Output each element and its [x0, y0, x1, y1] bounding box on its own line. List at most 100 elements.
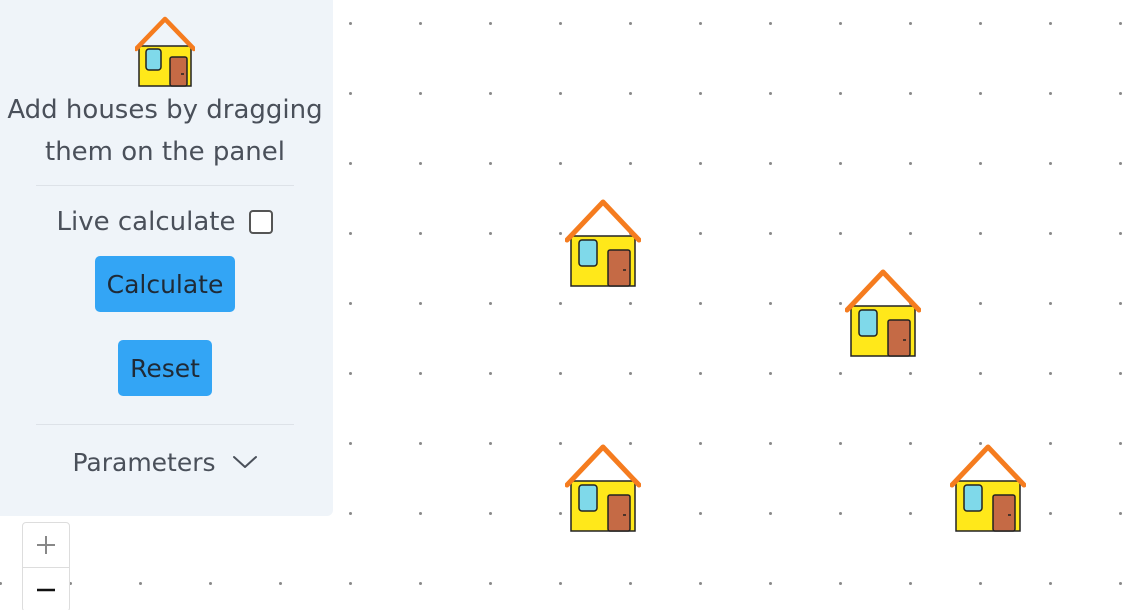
grid-dot — [349, 162, 352, 165]
grid-dot — [559, 582, 562, 585]
drag-hint: Add houses by dragging them on the panel — [0, 89, 330, 173]
grid-dot — [419, 22, 422, 25]
minus-icon — [37, 588, 55, 592]
grid-dot — [419, 92, 422, 95]
grid-dot — [489, 442, 492, 445]
grid-dot — [979, 162, 982, 165]
grid-dot — [1049, 162, 1052, 165]
grid-dot — [1119, 162, 1122, 165]
grid-dot — [419, 582, 422, 585]
grid-dot — [349, 232, 352, 235]
grid-dot — [699, 442, 702, 445]
live-calculate-label: Live calculate — [56, 207, 236, 237]
grid-dot — [839, 372, 842, 375]
grid-dot — [839, 512, 842, 515]
grid-dot — [1049, 582, 1052, 585]
grid-dot — [699, 22, 702, 25]
house-icon[interactable] — [949, 443, 1027, 533]
grid-dot — [1119, 372, 1122, 375]
grid-dot — [279, 582, 282, 585]
grid-dot — [559, 302, 562, 305]
grid-dot — [1119, 582, 1122, 585]
app-stage: Add houses by dragging them on the panel… — [0, 0, 1148, 610]
house-icon[interactable] — [844, 268, 922, 358]
grid-dot — [769, 442, 772, 445]
grid-dot — [699, 162, 702, 165]
grid-dot — [769, 512, 772, 515]
grid-dot — [699, 302, 702, 305]
grid-dot — [1119, 92, 1122, 95]
grid-dot — [559, 22, 562, 25]
grid-dot — [769, 302, 772, 305]
grid-dot — [699, 582, 702, 585]
grid-dot — [559, 232, 562, 235]
grid-dot — [419, 302, 422, 305]
parameters-toggle[interactable]: Parameters — [0, 440, 330, 484]
grid-dot — [1049, 232, 1052, 235]
grid-dot — [349, 92, 352, 95]
grid-dot — [699, 232, 702, 235]
grid-dot — [909, 22, 912, 25]
grid-dot — [1119, 442, 1122, 445]
grid-dot — [489, 92, 492, 95]
grid-dot — [699, 512, 702, 515]
divider — [36, 185, 294, 186]
grid-dot — [1049, 372, 1052, 375]
parameters-label: Parameters — [72, 447, 216, 477]
zoom-in-button[interactable] — [23, 523, 69, 568]
drag-hint-line2: them on the panel — [45, 137, 285, 167]
grid-dot — [1049, 512, 1052, 515]
live-calculate-checkbox[interactable] — [249, 210, 274, 234]
reset-button[interactable]: Reset — [118, 340, 212, 396]
grid-dot — [0, 582, 2, 585]
house-icon[interactable] — [133, 16, 197, 88]
grid-dot — [979, 582, 982, 585]
grid-dot — [489, 512, 492, 515]
grid-dot — [489, 162, 492, 165]
grid-dot — [1049, 22, 1052, 25]
grid-dot — [909, 92, 912, 95]
grid-dot — [839, 22, 842, 25]
grid-dot — [909, 512, 912, 515]
grid-dot — [839, 442, 842, 445]
control-panel: Add houses by dragging them on the panel… — [0, 0, 333, 516]
grid-dot — [419, 232, 422, 235]
grid-dot — [1049, 302, 1052, 305]
grid-dot — [419, 162, 422, 165]
grid-dot — [769, 372, 772, 375]
grid-dot — [349, 302, 352, 305]
grid-dot — [979, 232, 982, 235]
grid-dot — [349, 442, 352, 445]
grid-dot — [769, 232, 772, 235]
grid-dot — [909, 582, 912, 585]
calculate-button[interactable]: Calculate — [95, 256, 235, 312]
grid-dot — [349, 582, 352, 585]
zoom-out-button[interactable] — [23, 568, 69, 610]
zoom-control — [22, 522, 70, 610]
house-icon[interactable] — [564, 443, 642, 533]
grid-dot — [419, 512, 422, 515]
grid-dot — [839, 582, 842, 585]
grid-dot — [629, 22, 632, 25]
grid-dot — [979, 92, 982, 95]
grid-dot — [1119, 302, 1122, 305]
drag-hint-line1: Add houses by dragging — [7, 95, 323, 125]
grid-dot — [1119, 232, 1122, 235]
plus-icon — [37, 536, 55, 554]
grid-dot — [139, 582, 142, 585]
grid-dot — [839, 232, 842, 235]
grid-dot — [349, 512, 352, 515]
grid-dot — [1049, 442, 1052, 445]
grid-dot — [559, 372, 562, 375]
grid-dot — [769, 582, 772, 585]
grid-dot — [909, 232, 912, 235]
grid-dot — [769, 162, 772, 165]
grid-dot — [559, 162, 562, 165]
grid-dot — [699, 92, 702, 95]
grid-dot — [979, 22, 982, 25]
chevron-down-icon — [232, 456, 257, 468]
grid-dot — [839, 302, 842, 305]
grid-dot — [489, 22, 492, 25]
grid-dot — [1119, 22, 1122, 25]
house-icon[interactable] — [564, 198, 642, 288]
